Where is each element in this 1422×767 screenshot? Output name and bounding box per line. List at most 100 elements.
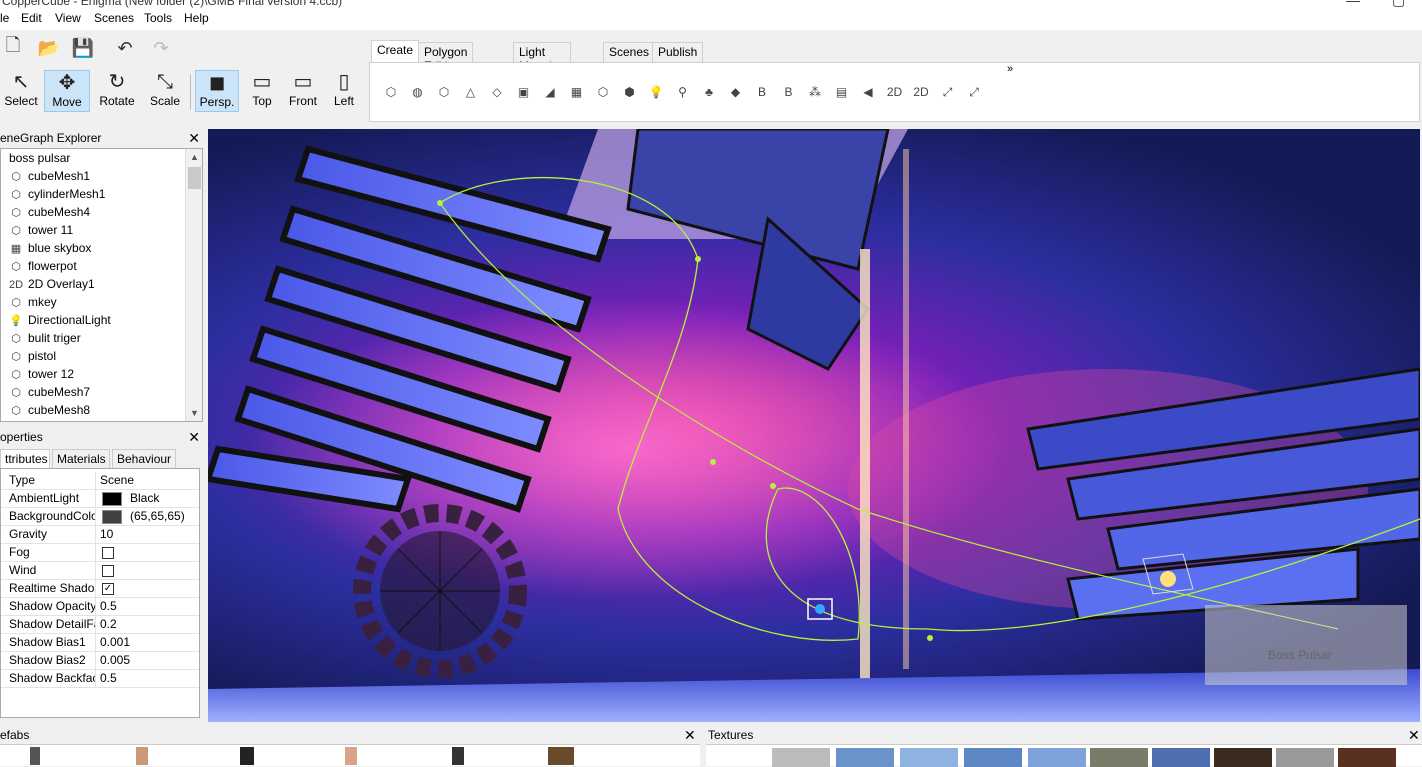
tree-item[interactable]: ⬡ bulit triger: [9, 329, 81, 347]
checkbox[interactable]: ✓: [102, 582, 114, 595]
menu-view[interactable]: View: [55, 11, 81, 25]
color-swatch[interactable]: [102, 491, 122, 506]
property-value[interactable]: Black: [95, 490, 199, 508]
tab-light-mapping[interactable]: Light Mapping: [513, 42, 572, 73]
overlay-2d-round-icon[interactable]: 2D: [912, 83, 930, 101]
menu-scenes[interactable]: Scenes: [94, 11, 134, 25]
light-icon[interactable]: 💡: [647, 83, 665, 101]
cylinder-icon[interactable]: ⬡: [435, 83, 453, 101]
property-value[interactable]: 10: [95, 526, 199, 544]
tree-item[interactable]: ⬡ mkey: [9, 293, 56, 311]
mesh-icon[interactable]: ⬡: [594, 83, 612, 101]
texture-thumbnail[interactable]: [836, 748, 894, 767]
redo-icon[interactable]: ↷: [148, 35, 174, 61]
property-value[interactable]: [95, 544, 199, 562]
camera-icon[interactable]: ▣: [515, 83, 533, 101]
close-icon[interactable]: ✕: [1408, 726, 1420, 744]
tab-materials[interactable]: Materials: [52, 449, 110, 469]
tree-item[interactable]: ▦ blue skybox: [9, 239, 92, 257]
tree-item[interactable]: ⬡ cubeMesh8: [9, 401, 90, 419]
path-node[interactable]: [927, 635, 933, 641]
prefabs-list[interactable]: [0, 744, 700, 766]
tree-item[interactable]: ⬡ tower 11: [9, 221, 73, 239]
texture-thumbnail[interactable]: [772, 748, 830, 767]
property-value[interactable]: 0.5: [95, 670, 199, 688]
billboard-icon[interactable]: B: [753, 83, 771, 101]
texture-thumbnail[interactable]: [1214, 748, 1272, 767]
prefab-thumbnail[interactable]: [548, 747, 574, 765]
tree-item[interactable]: ⬡ tower 12: [9, 365, 74, 383]
tree-item[interactable]: ⬡ cubeMesh7: [9, 383, 90, 401]
ribbon-more-icon[interactable]: »: [1007, 63, 1013, 75]
prefab-thumbnail[interactable]: [345, 747, 357, 765]
tree-item[interactable]: 2D 2D Overlay1: [9, 275, 95, 293]
scroll-down-icon[interactable]: ▼: [186, 405, 202, 421]
mesh2-icon[interactable]: ⬢: [621, 83, 639, 101]
tab-attributes[interactable]: ttributes: [0, 449, 50, 469]
prefab-thumbnail[interactable]: [136, 747, 148, 765]
menu-help[interactable]: Help: [184, 11, 209, 25]
path-icon[interactable]: ⤢: [939, 83, 957, 101]
tree-item[interactable]: ⬡ flowerpot: [9, 257, 77, 275]
path-node[interactable]: [695, 256, 701, 262]
property-value[interactable]: 0.001: [95, 634, 199, 652]
search-light-icon[interactable]: ⚲: [674, 83, 692, 101]
tree-scrollbar[interactable]: ▲ ▼: [185, 149, 202, 421]
property-value[interactable]: Scene: [95, 472, 199, 490]
front-view-button[interactable]: ▭ Front: [284, 70, 322, 112]
tree-item[interactable]: 💡 DirectionalLight: [9, 311, 111, 329]
overlay-2d-icon[interactable]: 2D: [886, 83, 904, 101]
close-icon[interactable]: ✕: [188, 428, 200, 446]
texture-thumbnail[interactable]: [1276, 748, 1334, 767]
texture-thumbnail[interactable]: [1028, 748, 1086, 767]
new-file-icon[interactable]: 🗋: [0, 35, 26, 61]
tab-publish[interactable]: Publish: [652, 42, 704, 62]
light-node-icon[interactable]: [815, 604, 825, 614]
path2-icon[interactable]: ⤢: [965, 83, 983, 101]
save-icon[interactable]: 💾: [70, 35, 96, 61]
select-tool-button[interactable]: ↖ Select: [2, 70, 40, 112]
maximize-icon[interactable]: ▢: [1392, 0, 1405, 8]
scale-tool-button[interactable]: ⤡ Scale: [146, 70, 184, 112]
minimize-icon[interactable]: —: [1346, 0, 1360, 8]
billboard2-icon[interactable]: B: [780, 83, 798, 101]
left-view-button[interactable]: ▯ Left: [328, 70, 360, 112]
property-value[interactable]: 0.005: [95, 652, 199, 670]
property-value[interactable]: ✓: [95, 580, 199, 598]
3d-viewport[interactable]: Boss Pulsar: [208, 129, 1420, 722]
tab-behaviour[interactable]: Behaviour: [112, 449, 176, 469]
texture-thumbnail[interactable]: [964, 748, 1022, 767]
undo-icon[interactable]: ↶: [112, 35, 138, 61]
move-tool-button[interactable]: ✥ Move: [44, 70, 90, 112]
path-node[interactable]: [710, 459, 716, 465]
top-view-button[interactable]: ▭ Top: [246, 70, 278, 112]
tab-scenes[interactable]: Scenes: [603, 42, 656, 62]
tree-root[interactable]: boss pulsar: [9, 149, 70, 167]
prefab-thumbnail[interactable]: [30, 747, 40, 765]
texture-thumbnail[interactable]: [1090, 748, 1148, 767]
path-node[interactable]: [437, 200, 443, 206]
sphere-icon[interactable]: ◍: [409, 83, 427, 101]
property-value[interactable]: 0.5: [95, 598, 199, 616]
close-icon[interactable]: ✕: [684, 726, 696, 744]
rotate-tool-button[interactable]: ↻ Rotate: [96, 70, 138, 112]
path-node[interactable]: [770, 483, 776, 489]
menu-file[interactable]: le: [0, 11, 9, 25]
tree-item[interactable]: ⬡ pistol: [9, 347, 56, 365]
light-bulb-icon[interactable]: [1160, 571, 1176, 587]
texture-thumbnail[interactable]: [1338, 748, 1396, 767]
particle-icon[interactable]: ⁂: [806, 83, 824, 101]
tree-item[interactable]: ⬡ cubeMesh1: [9, 167, 90, 185]
property-value[interactable]: [95, 562, 199, 580]
terrain-icon[interactable]: ◢: [541, 83, 559, 101]
texture-thumbnail[interactable]: [1152, 748, 1210, 767]
scroll-thumb[interactable]: [188, 167, 201, 189]
open-folder-icon[interactable]: 📂: [36, 35, 62, 61]
prefab-thumbnail[interactable]: [452, 747, 464, 765]
color-swatch[interactable]: [102, 509, 122, 524]
tab-create[interactable]: Create: [371, 40, 420, 62]
tree-item[interactable]: ⬡ cylinderMesh1: [9, 185, 105, 203]
menu-tools[interactable]: Tools: [144, 11, 172, 25]
property-value[interactable]: 0.2: [95, 616, 199, 634]
water-icon[interactable]: ◆: [727, 83, 745, 101]
